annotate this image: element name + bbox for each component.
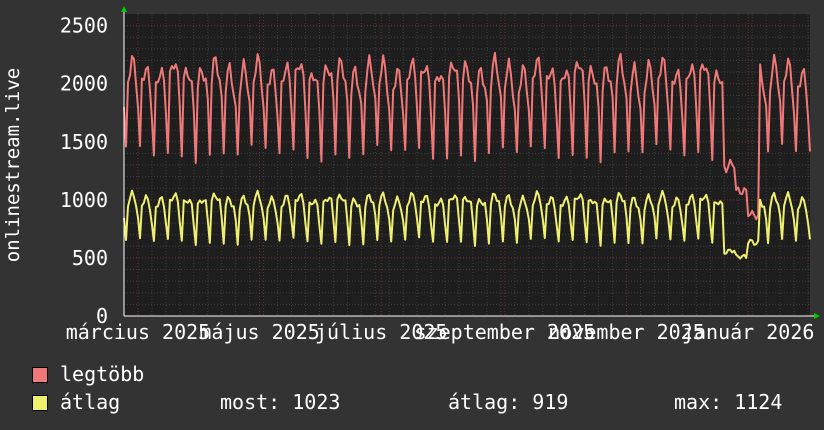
y-axis-label: onlinestream.live: [2, 68, 24, 262]
chart-canvas: 05001000150020002500 március 2025május 2…: [2, 6, 820, 344]
y-tick-label: 1500: [60, 130, 108, 154]
y-axis-arrow-icon: [121, 6, 127, 12]
legend-row-avg-series: átlag most: 1023 átlag: 919 max: 1124: [32, 391, 812, 413]
stat-now: most: 1023: [220, 390, 341, 414]
stat-average: átlag: 919: [448, 390, 569, 414]
x-tick-label: március 2025: [66, 320, 211, 344]
stat-max: max: 1124: [674, 390, 783, 414]
legend-swatch-atlag: [32, 395, 48, 411]
legend-label-atlag: átlag: [60, 390, 121, 414]
y-tick-label: 1000: [60, 188, 108, 212]
y-tick-label: 2500: [60, 14, 108, 38]
y-tick-label: 500: [72, 246, 108, 270]
x-axis-arrow-icon: [814, 313, 820, 319]
legend-label-legtobb: legtöbb: [60, 362, 145, 386]
x-tick-label: május 2025: [199, 320, 319, 344]
y-tick-label: 2000: [60, 72, 108, 96]
x-tick-labels: március 2025május 2025július 2025szeptem…: [66, 320, 815, 344]
legend-swatch-legtobb: [32, 367, 48, 383]
x-tick-label: január 2026: [682, 320, 814, 344]
y-tick-labels: 05001000150020002500: [60, 14, 108, 328]
legend-row-max-series: legtöbb: [32, 363, 232, 385]
